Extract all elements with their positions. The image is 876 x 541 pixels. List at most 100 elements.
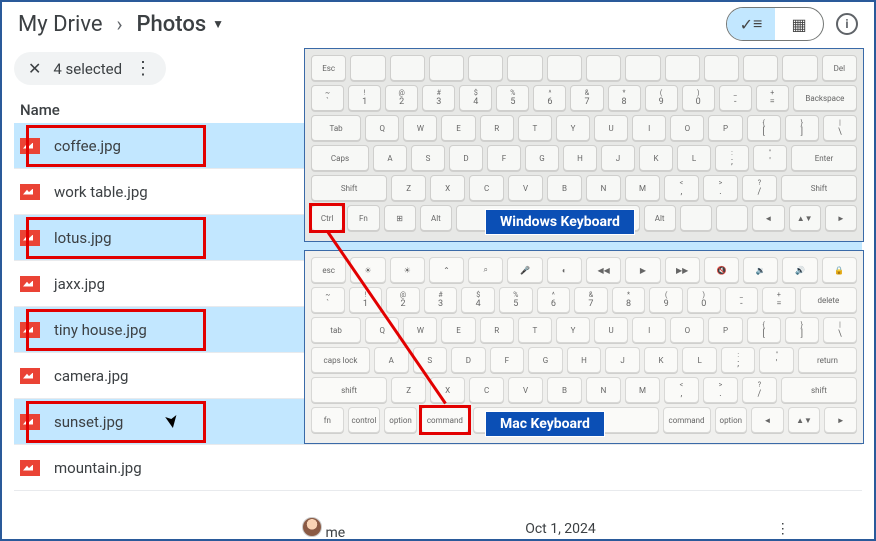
keyboard-label: Mac Keyboard xyxy=(485,411,605,437)
file-name: coffee.jpg xyxy=(54,137,121,155)
keyboard-key: %5 xyxy=(496,85,529,111)
image-file-icon xyxy=(20,276,40,292)
keyboard-key xyxy=(586,55,621,81)
grid-icon: ▦ xyxy=(791,15,806,34)
caret-down-icon: ▼ xyxy=(212,17,224,31)
keyboard-key: "' xyxy=(753,145,787,171)
keyboard-key: H xyxy=(567,347,602,373)
keyboard-key: Shift xyxy=(311,175,387,201)
keyboard-key: Del xyxy=(822,55,857,81)
more-actions-button[interactable]: ⋮ xyxy=(134,58,152,79)
keyboard-key xyxy=(429,55,464,81)
keyboard-key: F xyxy=(487,145,521,171)
image-file-icon xyxy=(20,322,40,338)
grid-view-button[interactable]: ▦ xyxy=(775,8,823,40)
list-view-button[interactable]: ✓ ≡ xyxy=(727,8,775,40)
keyboard-key xyxy=(743,55,778,81)
keyboard-key: 🔉 xyxy=(743,257,778,283)
keyboard-key: :; xyxy=(715,145,749,171)
mac-keyboard: esc☀☀⌃⌕🎤◐◀◀▶▶▶🔇🔉🔊🔒~`!1@2#3$4%5^6&7*8(9)0… xyxy=(304,250,864,444)
keyboard-key: ► xyxy=(824,407,857,433)
keyboard-key: tab xyxy=(311,317,361,343)
keyboard-key: $4 xyxy=(459,85,492,111)
keyboard-key: Y xyxy=(556,317,590,343)
keyboard-key: ⊞ xyxy=(384,205,416,231)
keyboard-key: ◄ xyxy=(752,205,784,231)
keyboard-key: T xyxy=(518,115,552,141)
keyboard-key: }] xyxy=(785,317,819,343)
keyboard-key: Enter xyxy=(791,145,857,171)
chevron-right-icon: › xyxy=(117,12,123,36)
file-name: mountain.jpg xyxy=(54,459,142,477)
breadcrumb-root[interactable]: My Drive xyxy=(18,12,103,37)
image-file-icon xyxy=(20,138,40,154)
keyboard-key xyxy=(782,55,817,81)
keyboard-key: {[ xyxy=(747,317,781,343)
keyboard-key: &7 xyxy=(574,287,608,313)
keyboard-key: U xyxy=(594,317,628,343)
keyboard-key: control xyxy=(348,407,381,433)
keyboard-key: Q xyxy=(365,317,399,343)
keyboard-key: Q xyxy=(365,115,399,141)
keyboard-key: 🔇 xyxy=(704,257,739,283)
keyboard-key: Esc xyxy=(311,55,346,81)
keyboard-key: (9 xyxy=(649,287,683,313)
keyboard-key: ^6 xyxy=(537,287,571,313)
keyboard-key: ☀ xyxy=(350,257,385,283)
keyboard-key: Alt xyxy=(644,205,676,231)
keyboard-key: O xyxy=(670,317,704,343)
image-file-icon xyxy=(20,368,40,384)
keyboard-key: command xyxy=(663,407,711,433)
keyboard-key: return xyxy=(798,347,857,373)
file-name: lotus.jpg xyxy=(54,229,112,247)
keyboard-key: %5 xyxy=(499,287,533,313)
keyboard-key xyxy=(390,55,425,81)
info-button[interactable]: i xyxy=(836,13,858,35)
clear-selection-button[interactable]: ✕ xyxy=(28,59,41,78)
windows-keyboard: EscDel~`!1@2#3$4%5^6&7*8(9)0_-+=Backspac… xyxy=(304,48,864,242)
keyboard-key: _- xyxy=(719,85,752,111)
keyboard-key: delete xyxy=(800,287,857,313)
keyboard-key: *8 xyxy=(608,85,641,111)
file-name: sunset.jpg xyxy=(54,413,123,431)
keyboard-key: <, xyxy=(664,377,699,403)
keyboard-key: S xyxy=(413,347,448,373)
avatar-icon xyxy=(302,517,322,537)
image-file-icon xyxy=(20,414,40,430)
keyboard-key: D xyxy=(449,145,483,171)
breadcrumb-current[interactable]: Photos ▼ xyxy=(137,12,225,37)
keyboard-key: {[ xyxy=(747,115,781,141)
keyboard-key: O xyxy=(670,115,704,141)
keyboard-key: ☀ xyxy=(390,257,425,283)
keyboard-key: ~` xyxy=(311,287,345,313)
breadcrumb: My Drive › Photos ▼ xyxy=(18,12,224,37)
keyboard-key: |\ xyxy=(823,317,857,343)
keyboard-key: D xyxy=(451,347,486,373)
keyboard-key: >. xyxy=(703,175,738,201)
date-label: Oct 1, 2024 xyxy=(525,521,596,537)
file-row[interactable]: mountain.jpg xyxy=(14,445,862,491)
keyboard-key: (9 xyxy=(645,85,678,111)
keyboard-key: Caps xyxy=(311,145,369,171)
keyboard-key: ^6 xyxy=(533,85,566,111)
keyboard-key: @2 xyxy=(385,85,418,111)
keyboard-key: ◄ xyxy=(751,407,784,433)
keyboard-key: B xyxy=(547,175,582,201)
keyboard-key xyxy=(547,55,582,81)
keyboard-key: esc xyxy=(311,257,346,283)
file-name: camera.jpg xyxy=(54,367,128,385)
keyboard-key: N xyxy=(586,175,621,201)
keyboard-key: option xyxy=(384,407,417,433)
keyboard-key: #3 xyxy=(424,287,458,313)
keyboard-key: K xyxy=(639,145,673,171)
keyboard-key: ?/ xyxy=(742,377,777,403)
selection-bar: ✕ 4 selected ⋮ xyxy=(14,52,166,85)
keyboard-key: J xyxy=(601,145,635,171)
keyboard-key: >. xyxy=(703,377,738,403)
keyboard-key: A xyxy=(373,145,407,171)
keyboard-key: M xyxy=(625,175,660,201)
selection-count: 4 selected xyxy=(53,60,122,78)
keyboard-key: B xyxy=(547,377,582,403)
keyboard-key: ▲▼ xyxy=(788,407,821,433)
row-more-button[interactable]: ⋮ xyxy=(776,521,790,537)
